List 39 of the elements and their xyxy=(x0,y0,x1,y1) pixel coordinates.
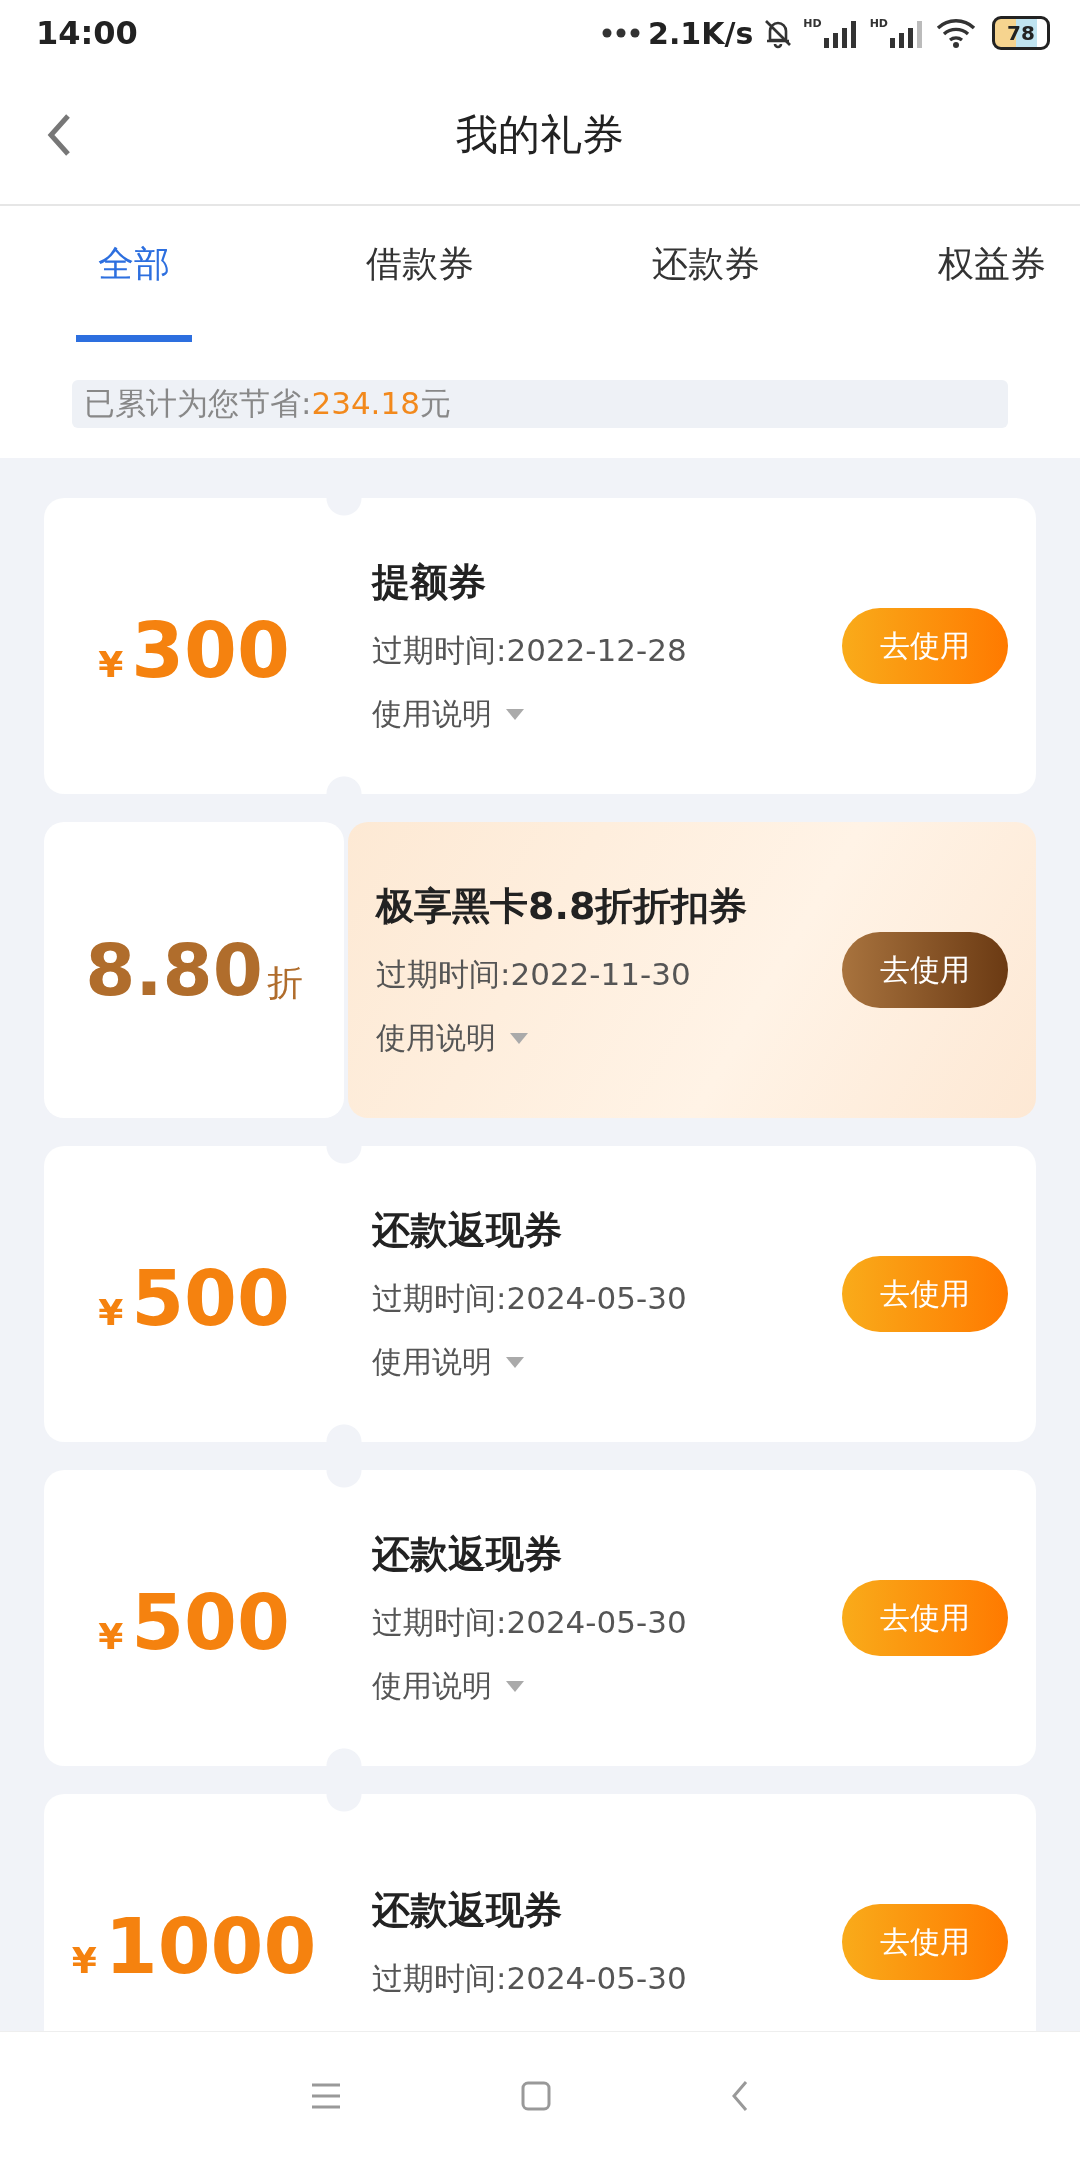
coupon-title: 还款返现券 xyxy=(372,1886,563,1934)
menu-icon[interactable] xyxy=(309,2082,342,2110)
coupon-title: 极享黑卡8.8折折扣券 xyxy=(376,883,748,930)
tab[interactable]: 还款券 xyxy=(648,206,764,342)
coupon-discount: 8.80折 xyxy=(85,934,303,1006)
coupon-amount: ¥1000 xyxy=(71,1901,317,1985)
expiry-date: 过期时间:2024-05-30 xyxy=(372,1279,687,1318)
expiry-date: 过期时间:2024-05-30 xyxy=(372,1958,687,1998)
caret-icon[interactable] xyxy=(506,1681,524,1692)
coupon-amount: ¥300 xyxy=(98,605,290,689)
usage-note-link[interactable]: 使用说明 xyxy=(372,1342,492,1383)
coupon-amount: ¥500 xyxy=(98,1253,290,1337)
use-button[interactable]: 去使用 xyxy=(842,932,1008,1008)
more-dots-icon xyxy=(602,28,641,38)
back-icon[interactable] xyxy=(46,112,72,158)
expiry-date: 过期时间:2024-05-30 xyxy=(372,1603,687,1642)
home-icon[interactable] xyxy=(521,2081,551,2111)
caret-icon[interactable] xyxy=(506,709,524,720)
coupon-amount: ¥500 xyxy=(98,1577,290,1661)
usage-note-link[interactable]: 使用说明 xyxy=(376,1018,496,1059)
caret-icon[interactable] xyxy=(510,1033,528,1044)
tab[interactable]: 权益券 xyxy=(934,206,1050,342)
page-title: 我的礼券 xyxy=(456,109,624,161)
expiry-date: 过期时间:2022-11-30 xyxy=(376,955,692,994)
battery-icon: 78 xyxy=(992,16,1050,50)
status-time: 14:00 xyxy=(36,14,138,52)
savings-text: 已累计为您节省:234.18元 xyxy=(84,384,451,423)
caret-icon[interactable] xyxy=(506,1357,524,1368)
network-speed: 2.1K/s xyxy=(648,15,754,51)
coupon-title: 还款返现券 xyxy=(372,1207,563,1254)
tab[interactable]: 借款券 xyxy=(362,206,478,342)
coupon-title: 还款返现券 xyxy=(372,1531,563,1578)
usage-note-link[interactable]: 使用说明 xyxy=(372,1666,492,1707)
hd-label: HD xyxy=(869,18,888,29)
usage-note-link[interactable]: 使用说明 xyxy=(372,694,492,735)
hd-label: HD xyxy=(803,18,822,29)
wifi-icon xyxy=(936,18,976,48)
coupon-title: 提额券 xyxy=(372,559,487,606)
expiry-date: 过期时间:2022-12-28 xyxy=(372,631,687,670)
